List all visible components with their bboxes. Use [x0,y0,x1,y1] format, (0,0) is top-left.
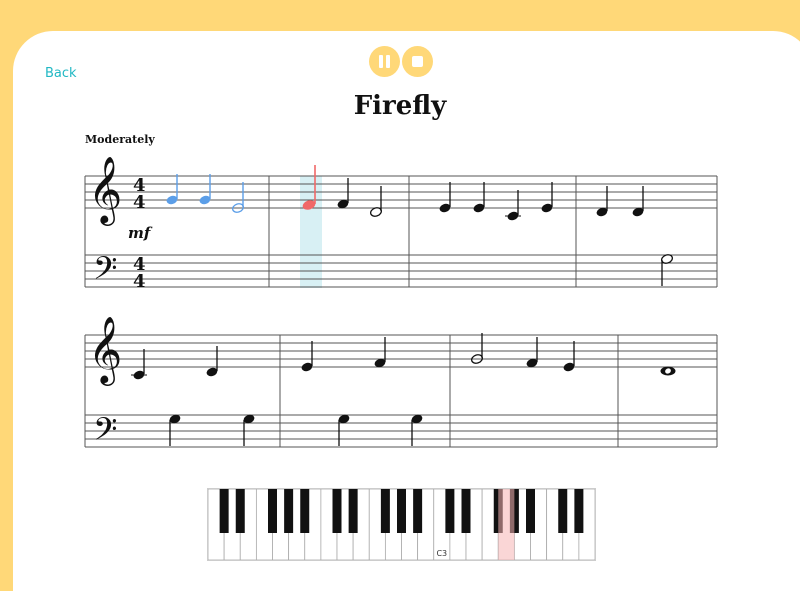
treble-clef-icon: 𝄞 [88,315,122,386]
bass-clef-icon: 𝄢 [93,411,117,455]
piano-black-key[interactable] [413,489,423,533]
note [596,186,608,217]
piano-black-key[interactable] [332,489,342,533]
note [169,414,181,446]
note [563,341,575,372]
bass-clef-icon: 𝄢 [93,250,117,294]
piano-black-key[interactable] [300,489,310,533]
sheet-music: 𝄞 𝄢 𝄞 𝄢 4 4 4 4 mf [84,155,718,455]
piano-keyboard: C3 [207,488,596,561]
piano-black-key[interactable] [235,489,245,533]
time-sig-bottom: 4 [133,192,146,213]
note [374,337,386,368]
barlines-system-1 [84,176,718,287]
notes-bass-system-2 [169,414,423,446]
note [301,341,313,372]
time-sig-bottom: 4 [133,271,146,292]
notes-treble-system-1 [166,165,644,221]
piano-black-key[interactable] [526,489,535,533]
note [526,337,538,368]
note-played [166,174,178,205]
note [370,186,382,217]
note [505,190,521,221]
note-played [232,182,244,213]
note [541,182,553,213]
note [471,333,483,364]
notes-bass-system-1 [661,254,673,286]
note [411,414,423,446]
piano-pressed-key [498,489,515,560]
treble-clef-icon: 𝄞 [88,155,122,226]
piano-black-key[interactable] [558,489,568,533]
piano-black-key[interactable] [348,489,358,533]
piano-black-key[interactable] [219,489,229,533]
note [473,182,485,213]
piano-black-key[interactable] [445,489,455,533]
whole-note [660,366,676,376]
piano-black-key[interactable] [397,489,406,533]
notes-treble-system-2 [131,333,676,380]
note [632,186,644,217]
piano-black-key[interactable] [284,489,294,533]
note [337,178,349,209]
piano-black-key[interactable] [268,489,277,533]
piano-black-key[interactable] [461,489,471,533]
staff-lines-system-1 [85,175,717,288]
dynamic-marking: mf [128,224,153,242]
note [338,414,350,446]
piano-keys: C3 [208,489,595,560]
piano-black-key[interactable] [574,489,584,533]
barlines-system-2 [84,335,718,447]
note-played [199,174,211,205]
note [131,349,147,380]
piano-black-key[interactable] [380,489,390,533]
note [243,414,255,446]
note [439,182,451,213]
staff-lines-system-2 [85,334,717,448]
note [661,254,673,286]
piano-key-label: C3 [436,549,447,558]
